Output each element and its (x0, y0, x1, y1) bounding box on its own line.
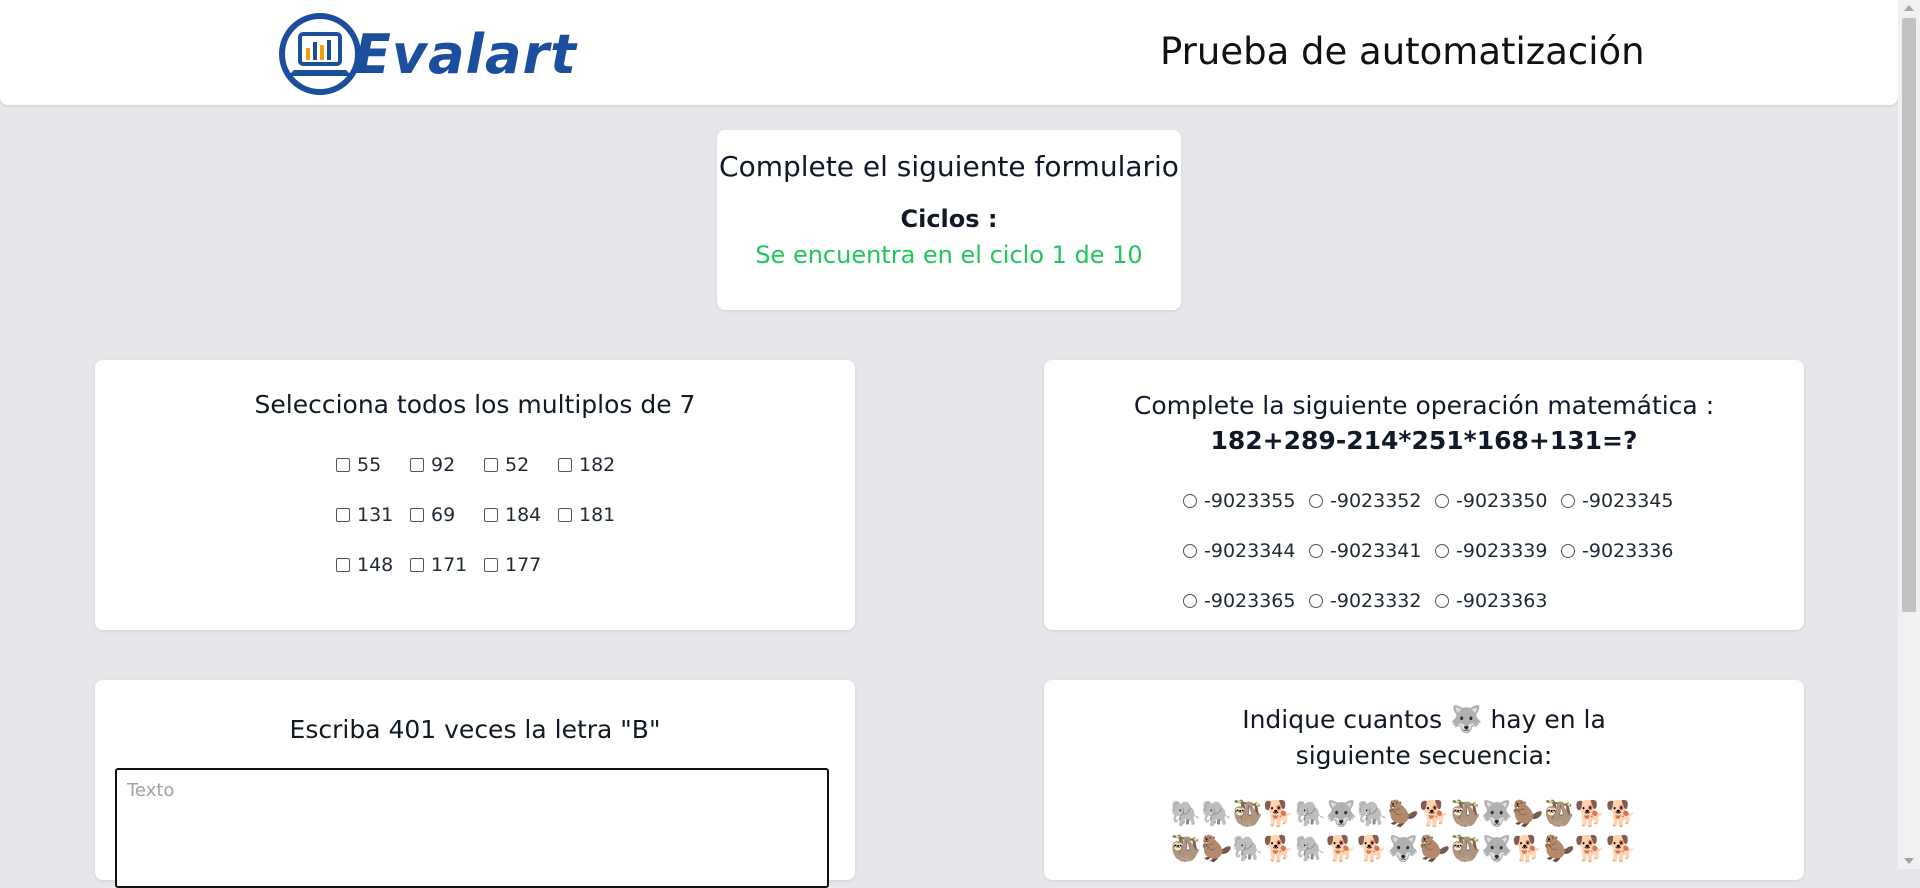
form-title: Complete el siguiente formulario (719, 150, 1179, 183)
cycles-label: Ciclos : (900, 205, 998, 233)
radio-button[interactable] (1561, 494, 1575, 508)
emoji-count-card: Indique cuantos 🐺 hay en la siguiente se… (1044, 680, 1804, 880)
emoji-count-title: Indique cuantos 🐺 hay en la siguiente se… (1242, 705, 1606, 770)
math-option[interactable]: -9023365 (1183, 590, 1309, 612)
radio-button[interactable] (1183, 594, 1197, 608)
scrollbar-thumb[interactable] (1902, 18, 1916, 612)
vertical-scrollbar[interactable] (1898, 0, 1920, 869)
math-option[interactable]: -9023352 (1309, 490, 1435, 512)
multiple-option[interactable]: 181 (558, 504, 632, 526)
multiples-question-card: Selecciona todos los multiplos de 7 55 9… (95, 360, 855, 630)
multiple-option[interactable]: 92 (410, 454, 484, 476)
multiple-option[interactable]: 182 (558, 454, 632, 476)
math-expression: 182+289-214*251*168+131=? (1210, 426, 1638, 455)
checkbox[interactable] (484, 558, 498, 572)
math-option[interactable]: -9023341 (1309, 540, 1435, 562)
radio-button[interactable] (1435, 594, 1449, 608)
evalart-logo: Evalart (278, 10, 577, 98)
cycle-status: Se encuentra en el ciclo 1 de 10 (755, 241, 1143, 269)
radio-button[interactable] (1561, 544, 1575, 558)
checkbox[interactable] (484, 458, 498, 472)
checkbox[interactable] (336, 558, 350, 572)
math-option[interactable]: -9023339 (1435, 540, 1561, 562)
multiple-option[interactable]: 55 (336, 454, 410, 476)
text-input[interactable]: Texto (115, 768, 829, 888)
math-option[interactable]: -9023344 (1183, 540, 1309, 562)
checkbox[interactable] (336, 458, 350, 472)
scroll-down-arrow-icon[interactable] (1904, 858, 1914, 864)
multiple-option[interactable]: 52 (484, 454, 558, 476)
multiple-option[interactable]: 177 (484, 554, 558, 576)
radio-button[interactable] (1183, 544, 1197, 558)
math-question-title: Complete la siguiente operación matemáti… (1044, 388, 1804, 458)
checkbox[interactable] (558, 458, 572, 472)
radio-button[interactable] (1435, 544, 1449, 558)
multiples-question-title: Selecciona todos los multiplos de 7 (254, 390, 696, 419)
math-option[interactable]: -9023332 (1309, 590, 1435, 612)
radio-button[interactable] (1309, 544, 1323, 558)
multiple-option[interactable]: 171 (410, 554, 484, 576)
checkbox[interactable] (410, 458, 424, 472)
math-option[interactable]: -9023345 (1561, 490, 1687, 512)
scroll-up-arrow-icon[interactable] (1904, 5, 1914, 11)
math-option[interactable]: -9023336 (1561, 540, 1687, 562)
radio-button[interactable] (1309, 494, 1323, 508)
emoji-sequence: 🐘🐘🦥🐕🐘🐺🐘🦫🐕🦥🐺🦫🦥🐕🐕 🦥🦫🐘🐕🐘🐕🐕🐺🦫🦥🐺🐕🦫🐕🐕 (1170, 799, 1637, 863)
letter-repeat-card: Escriba 401 veces la letra "B" Texto (95, 680, 855, 888)
logo-text: Evalart (354, 22, 577, 86)
multiple-option[interactable]: 131 (336, 504, 410, 526)
math-question-card: Complete la siguiente operación matemáti… (1044, 360, 1804, 630)
math-options: -9023355 -9023352 -9023350 -9023345 -902… (1183, 476, 1687, 626)
checkbox[interactable] (410, 508, 424, 522)
checkbox[interactable] (558, 508, 572, 522)
math-option[interactable]: -9023363 (1435, 590, 1561, 612)
checkbox[interactable] (484, 508, 498, 522)
multiples-options: 55 92 52 182 131 69 184 181 148 171 177 (336, 440, 632, 590)
form-intro-card: Complete el siguiente formulario Ciclos … (717, 130, 1181, 310)
math-option[interactable]: -9023355 (1183, 490, 1309, 512)
page-title: Prueba de automatización (1160, 30, 1645, 73)
multiple-option[interactable]: 148 (336, 554, 410, 576)
page-header: Evalart Prueba de automatización (0, 0, 1898, 105)
checkbox[interactable] (336, 508, 350, 522)
radio-button[interactable] (1183, 494, 1197, 508)
multiple-option[interactable]: 184 (484, 504, 558, 526)
letter-repeat-title: Escriba 401 veces la letra "B" (289, 715, 661, 744)
multiple-option[interactable]: 69 (410, 504, 484, 526)
math-option[interactable]: -9023350 (1435, 490, 1561, 512)
evalart-logo-icon (279, 13, 361, 95)
wolf-icon: 🐺 (1450, 705, 1483, 735)
checkbox[interactable] (410, 558, 424, 572)
radio-button[interactable] (1309, 594, 1323, 608)
radio-button[interactable] (1435, 494, 1449, 508)
